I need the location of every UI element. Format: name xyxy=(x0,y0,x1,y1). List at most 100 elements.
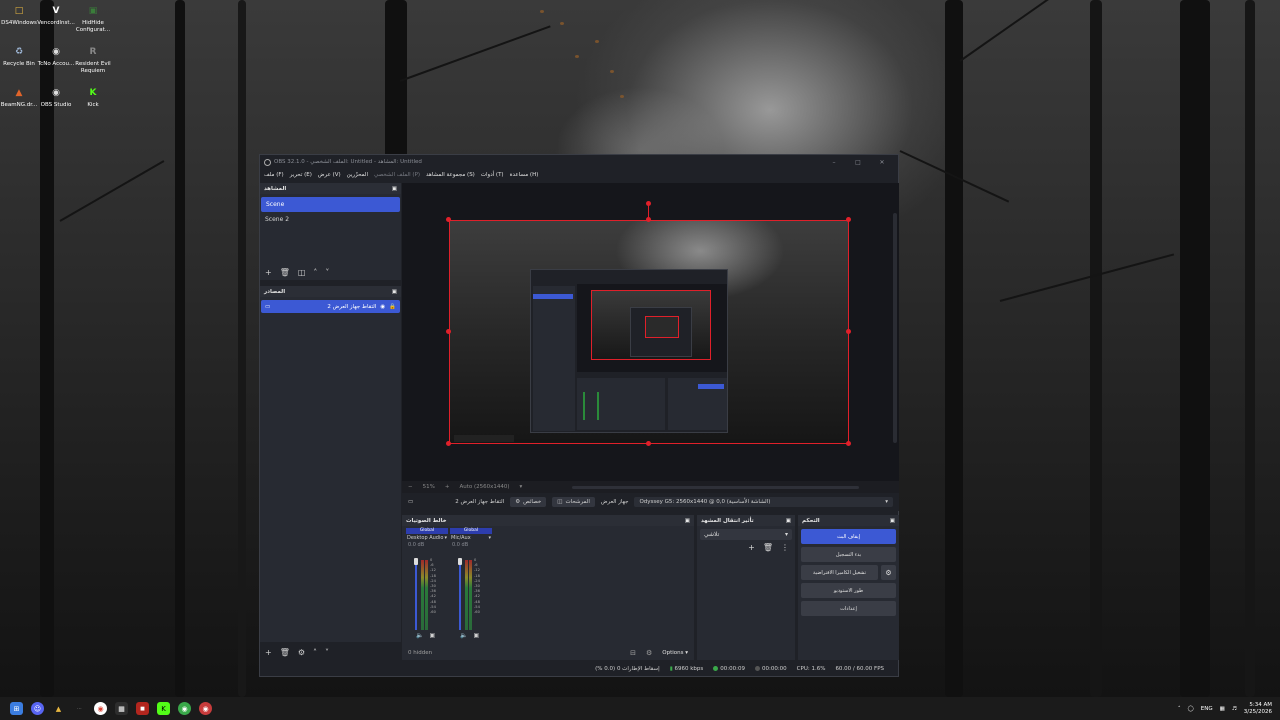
scene-item-scene[interactable]: Scene xyxy=(261,197,400,212)
menu-tools[interactable]: أدوات (T) xyxy=(481,172,504,178)
volume-icon[interactable]: ♬ xyxy=(1232,706,1237,712)
filters-button[interactable]: ◫ المرشحات xyxy=(552,497,595,507)
zoom-in-icon[interactable]: + xyxy=(445,484,450,490)
transition-select[interactable]: تلاشي ▾ xyxy=(700,529,792,540)
source-item[interactable]: ▭ التقاط جهاز العرض 2 ◉ 🔒 xyxy=(261,300,400,313)
undock-icon[interactable]: ▣ xyxy=(685,518,690,524)
settings-button[interactable]: إعدادات xyxy=(801,601,896,616)
channel-header[interactable]: Desktop Audio ▾ xyxy=(406,534,448,542)
microphone-icon[interactable]: ◯ xyxy=(1188,706,1194,712)
studio-mode-button[interactable]: طور الاستوديو xyxy=(801,583,896,598)
source-bounding-box[interactable] xyxy=(449,220,849,444)
desktop-shortcut[interactable]: K Kick xyxy=(74,86,112,109)
beamng-icon[interactable]: ▲ xyxy=(52,702,65,715)
minimize-icon[interactable]: – xyxy=(822,159,846,166)
resize-handle[interactable] xyxy=(846,329,851,334)
trash-icon[interactable]: 🗑 xyxy=(280,648,290,657)
resize-handle[interactable] xyxy=(646,441,651,446)
more-icon[interactable]: ⋮ xyxy=(781,543,789,552)
monitor-icon[interactable]: ▣ xyxy=(473,632,479,639)
menu-edit[interactable]: تحرير (E) xyxy=(290,172,312,178)
volume-fader[interactable] xyxy=(459,560,461,630)
advanced-audio-icon[interactable]: ⚙ xyxy=(646,649,652,657)
properties-button[interactable]: ⚙ خصائص xyxy=(510,497,547,507)
windows-start-icon[interactable]: ⊞ xyxy=(10,702,23,715)
desktop-shortcut[interactable]: ◉ TcNo Accou... xyxy=(37,45,75,68)
chrome-alt-icon[interactable]: ◉ xyxy=(178,702,191,715)
eye-icon[interactable]: ◉ xyxy=(380,304,385,310)
fader-knob[interactable] xyxy=(458,558,462,565)
fader-knob[interactable] xyxy=(414,558,418,565)
desktop-shortcut[interactable]: ♻ Recycle Bin xyxy=(0,45,38,68)
lock-icon[interactable]: 🔒 xyxy=(389,304,396,310)
resize-handle[interactable] xyxy=(446,441,451,446)
language-indicator[interactable]: ENG xyxy=(1201,706,1213,712)
chevron-up-icon[interactable]: ˄ xyxy=(1178,706,1181,712)
virtual-camera-button[interactable]: تشغيل الكاميرا الافتراضية xyxy=(801,565,878,580)
network-icon[interactable]: ▦ xyxy=(1220,706,1225,712)
gear-icon[interactable]: ⚙ xyxy=(298,648,305,657)
chevron-up-icon[interactable]: ˄ xyxy=(313,268,317,277)
channel-header[interactable]: Mic/Aux ▾ xyxy=(450,534,492,542)
menu-docks[interactable]: المحرّرين xyxy=(347,172,368,178)
menu-scene-collection[interactable]: مجموعة المشاهد (S) xyxy=(426,172,475,178)
add-icon[interactable]: + xyxy=(265,648,272,657)
preview-canvas[interactable]: − 51% + Auto (2560x1440) ▾ xyxy=(402,183,899,493)
rotation-handle[interactable] xyxy=(646,201,651,206)
kick-icon[interactable]: K xyxy=(157,702,170,715)
game-icon[interactable]: ■ xyxy=(136,702,149,715)
start-recording-button[interactable]: بدء التسجيل xyxy=(801,547,896,562)
desktop-shortcut[interactable]: ▲ BeamNG.dr... xyxy=(0,86,38,109)
chevron-down-icon[interactable]: ˅ xyxy=(325,648,329,657)
desktop-shortcut[interactable]: V VencordInst... xyxy=(37,4,75,27)
filter-icon[interactable]: ◫ xyxy=(298,268,306,277)
display-select[interactable]: Odyssey G5: 2560x1440 @ 0,0 (الشاشة الأس… xyxy=(634,497,893,507)
resize-handle[interactable] xyxy=(846,217,851,222)
discord-icon[interactable]: ☺ xyxy=(31,702,44,715)
undock-icon[interactable]: ▣ xyxy=(392,289,397,295)
add-icon[interactable]: + xyxy=(265,268,272,277)
gear-icon[interactable]: ⚙ xyxy=(881,565,896,580)
speaker-icon[interactable]: 🔈 xyxy=(460,632,467,639)
close-icon[interactable]: ✕ xyxy=(870,159,894,166)
desktop-shortcut[interactable]: □ DS4Windows xyxy=(0,4,38,27)
options-button[interactable]: Options ▾ xyxy=(662,650,688,656)
maximize-icon[interactable]: □ xyxy=(846,159,870,166)
undock-icon[interactable]: ▣ xyxy=(890,518,895,524)
dropdown-arrow-icon[interactable]: ▾ xyxy=(520,484,523,490)
horizontal-scrollbar[interactable] xyxy=(572,485,859,489)
menu-file[interactable]: ملف (F) xyxy=(264,172,284,178)
menu-view[interactable]: عرض (V) xyxy=(318,172,341,178)
resize-handle[interactable] xyxy=(846,441,851,446)
resize-handle[interactable] xyxy=(446,217,451,222)
chevron-up-icon[interactable]: ˄ xyxy=(313,648,317,657)
volume-fader[interactable] xyxy=(415,560,417,630)
desktop-shortcut-label: DS4Windows xyxy=(1,20,37,26)
desktop-shortcut-label: Kick xyxy=(87,102,99,108)
undock-icon[interactable]: ▣ xyxy=(786,518,791,524)
desktop-shortcut[interactable]: R Resident Evil Requiem xyxy=(74,45,112,74)
app-icon[interactable]: ◉ xyxy=(199,702,212,715)
menu-help[interactable]: مساعدة (H) xyxy=(510,172,539,178)
monitor-icon[interactable]: ▣ xyxy=(429,632,435,639)
chevron-down-icon[interactable]: ˅ xyxy=(325,268,329,277)
speaker-icon[interactable]: 🔈 xyxy=(416,632,423,639)
resize-handle[interactable] xyxy=(446,329,451,334)
trash-icon[interactable]: 🗑 xyxy=(763,543,773,552)
vertical-scrollbar[interactable] xyxy=(893,213,897,443)
layout-icon[interactable]: ⊟ xyxy=(630,649,636,657)
undock-icon[interactable]: ▣ xyxy=(392,186,397,192)
stop-streaming-button[interactable]: إيقاف البث xyxy=(801,529,896,544)
desktop-shortcut[interactable]: ◉ OBS Studio xyxy=(37,86,75,109)
add-icon[interactable]: + xyxy=(748,543,755,552)
zoom-out-icon[interactable]: − xyxy=(408,484,413,490)
scene-item-scene-2[interactable]: Scene 2 xyxy=(260,212,401,227)
menu-profile[interactable]: الملف الشخصي (P) xyxy=(374,172,420,178)
clock[interactable]: 5:34 AM 3/25/2026 xyxy=(1244,702,1272,715)
more-icon[interactable]: ⋯ xyxy=(73,702,86,715)
trash-icon[interactable]: 🗑 xyxy=(280,268,290,277)
chrome-icon[interactable]: ◉ xyxy=(94,702,107,715)
store-icon[interactable]: ▦ xyxy=(115,702,128,715)
fps: 60.00 / 60.00 FPS xyxy=(835,666,884,672)
desktop-shortcut[interactable]: ▣ HidHide Configurat... xyxy=(74,4,112,33)
